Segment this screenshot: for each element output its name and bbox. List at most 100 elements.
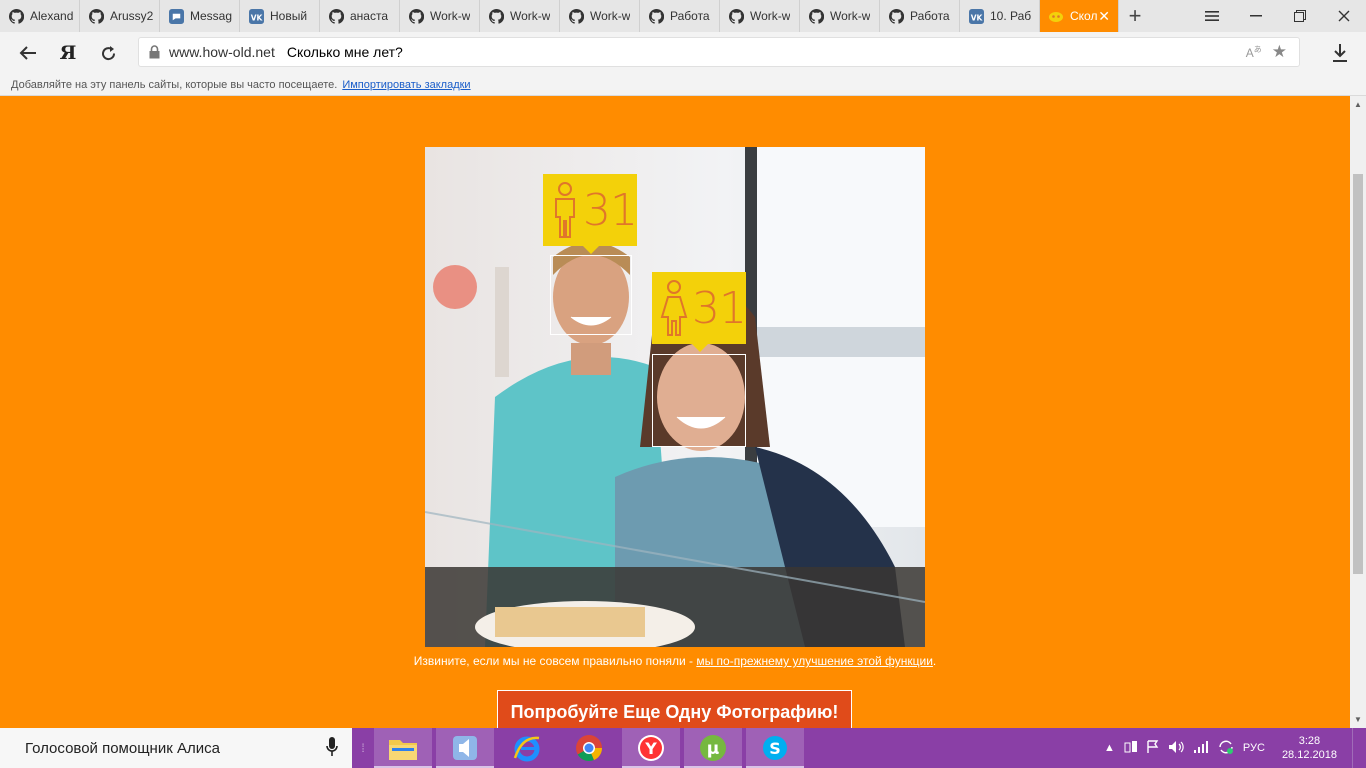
clock-time: 3:28	[1298, 735, 1321, 747]
sync-icon[interactable]	[1218, 740, 1234, 757]
tab-0[interactable]: Alexand	[0, 0, 80, 32]
keyboard-language[interactable]: РУС	[1243, 742, 1265, 754]
vk-icon: VK	[968, 8, 984, 24]
microphone-icon[interactable]	[326, 737, 338, 761]
taskbar-app-utorrent[interactable]: µ	[684, 728, 742, 768]
tab-1[interactable]: Arussy2	[80, 0, 160, 32]
tab-label: Work-w	[430, 9, 471, 23]
github-icon	[488, 8, 504, 24]
page-scrollbar[interactable]: ▲ ▼	[1350, 96, 1366, 728]
tab-3[interactable]: VK Новый	[240, 0, 320, 32]
github-icon	[888, 8, 904, 24]
age-value-woman: 31	[692, 282, 747, 334]
tab-label: Новый	[270, 9, 308, 23]
clock[interactable]: 3:28 28.12.2018	[1282, 734, 1337, 762]
tab-9[interactable]: Work-w	[720, 0, 800, 32]
back-icon[interactable]	[8, 33, 48, 73]
tab-label: Messag	[190, 9, 233, 23]
tab-12[interactable]: VK 10. Раб	[960, 0, 1040, 32]
github-icon	[88, 8, 104, 24]
tab-label: Arussy2	[110, 9, 154, 23]
reload-icon[interactable]	[88, 33, 128, 73]
taskbar-app-media[interactable]	[436, 728, 494, 768]
translate-icon[interactable]: Aあ	[1246, 44, 1262, 60]
svg-text:S: S	[769, 739, 781, 758]
age-value-man: 31	[583, 184, 638, 236]
media-player-icon	[453, 736, 477, 760]
tab-2[interactable]: Messag	[160, 0, 240, 32]
female-person-icon	[660, 280, 688, 336]
tab-6[interactable]: Work-w	[480, 0, 560, 32]
show-desktop-button[interactable]	[1352, 728, 1358, 768]
scroll-up-icon[interactable]: ▲	[1354, 100, 1362, 109]
tab-label: Work-w	[830, 9, 871, 23]
tab-label: анаста	[350, 9, 389, 23]
svg-text:µ: µ	[707, 739, 720, 759]
male-person-icon	[555, 182, 575, 238]
age-badge-man: 31	[543, 174, 638, 254]
tab-8[interactable]: Работа	[640, 0, 720, 32]
tray-overflow-icon[interactable]: ▲	[1104, 742, 1115, 754]
scrollbar-thumb[interactable]	[1353, 174, 1363, 574]
alice-search-box[interactable]: Голосовой помощник Алиса	[0, 728, 352, 768]
tab-5[interactable]: Work-w	[400, 0, 480, 32]
tab-label: Work-w	[510, 9, 551, 23]
tab-10[interactable]: Work-w	[800, 0, 880, 32]
face-box-man	[550, 255, 632, 335]
tab-13[interactable]: Скол ✕	[1040, 0, 1119, 32]
github-icon	[568, 8, 584, 24]
taskbar-app-chrome[interactable]	[560, 728, 618, 768]
close-tab-icon[interactable]: ✕	[1098, 8, 1110, 25]
github-icon	[8, 8, 24, 24]
volume-icon[interactable]	[1168, 740, 1184, 757]
address-bar[interactable]: www.how-old.net Сколько мне лет? Aあ ★	[138, 37, 1300, 67]
github-icon	[728, 8, 744, 24]
taskbar-app-explorer[interactable]	[374, 728, 432, 768]
svg-text:Y: Y	[644, 739, 657, 758]
scroll-down-icon[interactable]: ▼	[1354, 715, 1362, 724]
taskbar-app-yandex[interactable]: Y	[622, 728, 680, 768]
try-another-photo-button[interactable]: Попробуйте Еще Одну Фотографию!	[497, 690, 852, 728]
utorrent-icon: µ	[700, 735, 726, 761]
yandex-browser-icon: Y	[638, 735, 664, 761]
navigation-bar: Я www.how-old.net Сколько мне лет? Aあ ★	[0, 32, 1366, 74]
taskbar-app-skype[interactable]: S	[746, 728, 804, 768]
tab-11[interactable]: Работа	[880, 0, 960, 32]
restore-icon[interactable]	[1278, 0, 1322, 32]
github-icon	[808, 8, 824, 24]
github-icon	[648, 8, 664, 24]
page-content: 31 31 Извините, если мы не совсем правил…	[0, 96, 1350, 728]
bookmarks-bar: Добавляйте на эту панель сайты, которые …	[0, 74, 1366, 96]
svg-text:VK: VK	[970, 13, 983, 22]
tab-strip: Alexand Arussy2 Messag VK Новый анаста Work-w W…	[0, 0, 1366, 32]
new-tab-button[interactable]: +	[1119, 0, 1151, 32]
address-host: www.how-old.net	[169, 44, 275, 60]
tab-4[interactable]: анаста	[320, 0, 400, 32]
tab-label: Work-w	[750, 9, 791, 23]
action-flag-icon[interactable]	[1147, 739, 1159, 757]
window-controls	[1190, 0, 1366, 32]
clock-date: 28.12.2018	[1281, 749, 1337, 761]
caption-link[interactable]: мы по-прежнему улучшение этой функции	[696, 654, 933, 668]
import-bookmarks-link[interactable]: Импортировать закладки	[342, 79, 470, 91]
tray-device-icon[interactable]	[1124, 740, 1138, 757]
close-window-icon[interactable]	[1322, 0, 1366, 32]
taskbar: Голосовой помощник Алиса ⁞ Y µ S ▲ РУС 3…	[0, 728, 1366, 768]
bookmark-star-icon[interactable]: ★	[1272, 42, 1287, 62]
github-icon	[328, 8, 344, 24]
tabs-menu-icon[interactable]	[1190, 0, 1234, 32]
alice-search-text: Голосовой помощник Алиса	[25, 739, 220, 757]
how-old-icon	[1048, 8, 1064, 24]
tab-list: Alexand Arussy2 Messag VK Новый анаста Work-w W…	[0, 0, 1119, 32]
yandex-logo-icon[interactable]: Я	[48, 33, 88, 73]
tab-label: 10. Раб	[990, 9, 1032, 23]
tab-label: Work-w	[590, 9, 631, 23]
network-signal-icon[interactable]	[1193, 740, 1209, 756]
minimize-icon[interactable]	[1234, 0, 1278, 32]
tab-7[interactable]: Work-w	[560, 0, 640, 32]
caption: Извините, если мы не совсем правильно по…	[0, 654, 1350, 668]
tab-label: Работа	[670, 9, 710, 23]
downloads-icon[interactable]	[1330, 42, 1350, 64]
taskbar-app-ie[interactable]	[498, 728, 556, 768]
lock-icon[interactable]	[139, 45, 169, 59]
